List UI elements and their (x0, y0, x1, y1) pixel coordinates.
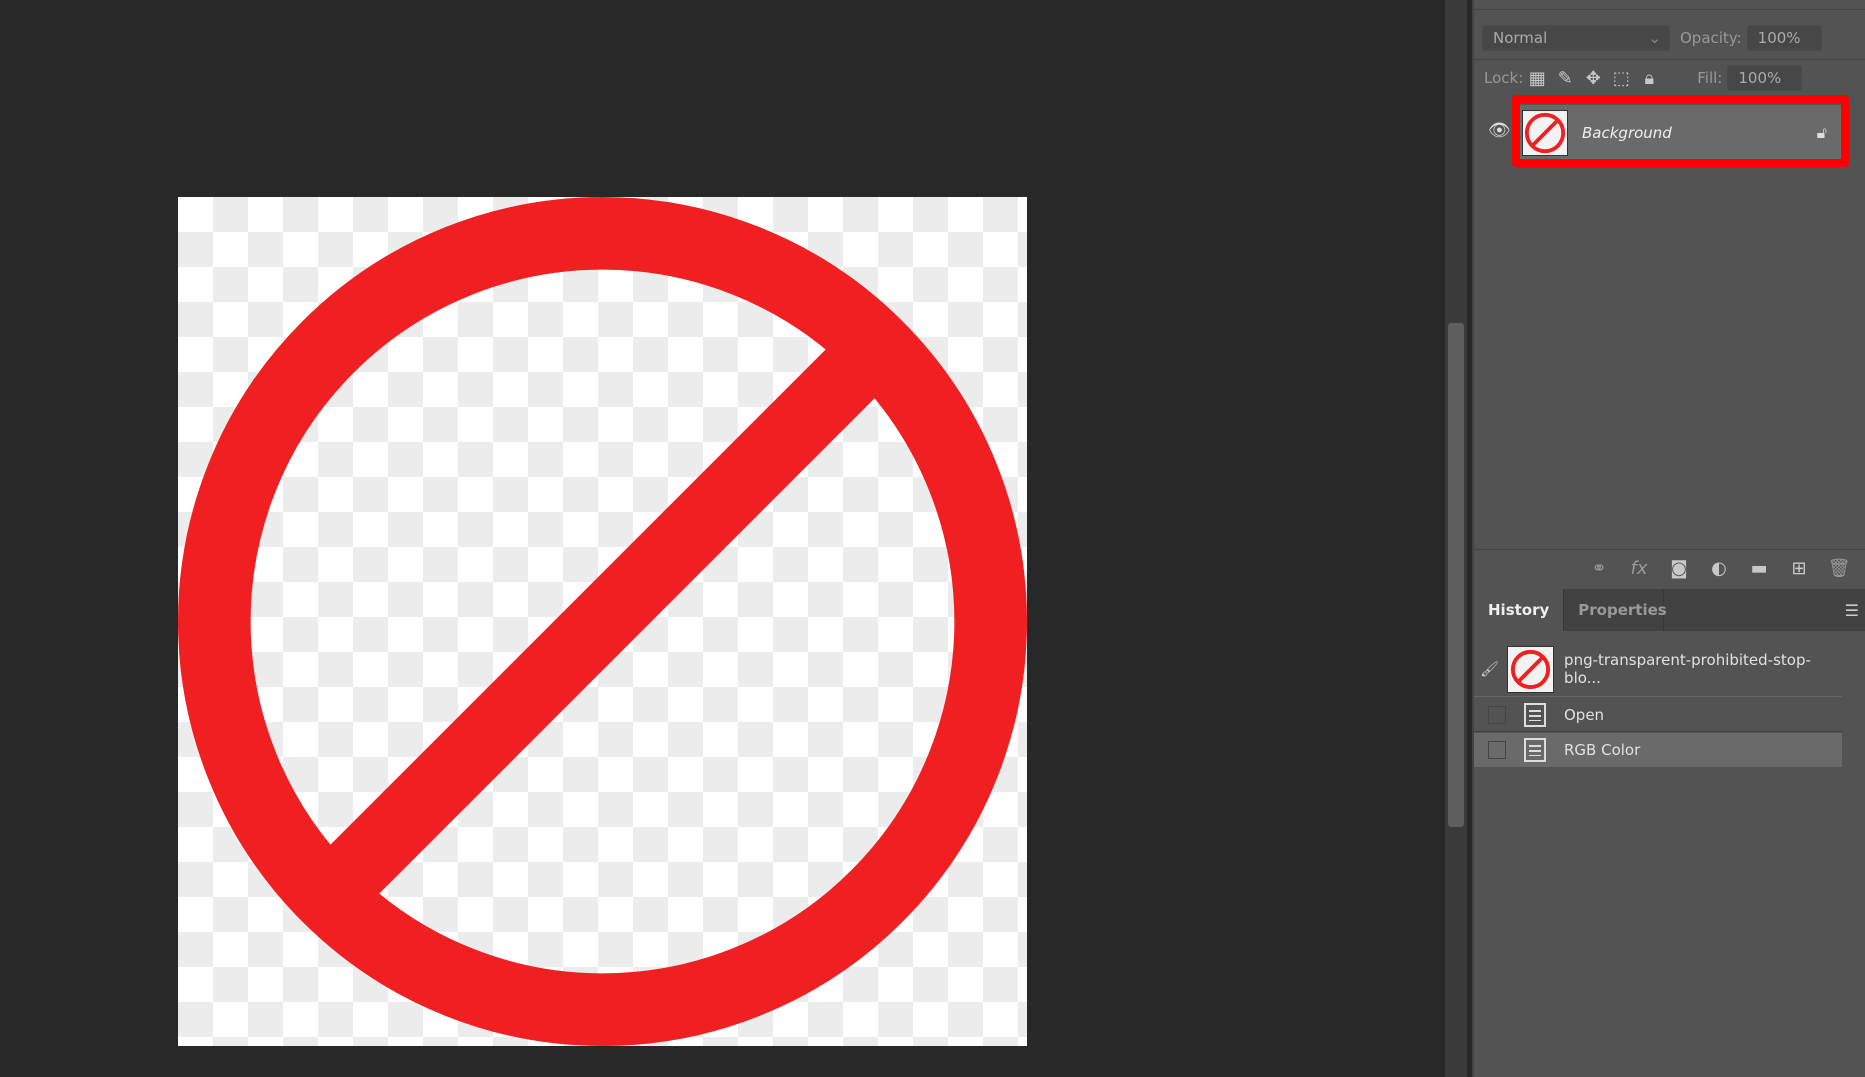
history-state-rgb-color[interactable]: RGB Color (1474, 733, 1842, 767)
folder-icon[interactable]: ▬ (1745, 558, 1773, 579)
blend-mode-value: Normal (1493, 29, 1548, 47)
history-checkbox[interactable] (1488, 741, 1506, 759)
lock-transparency-icon[interactable]: ▦ (1523, 68, 1551, 89)
layer-row-background[interactable]: Background 🔓︎ (1512, 105, 1849, 161)
fx-icon[interactable]: fx (1625, 558, 1653, 579)
lock-label: Lock: (1484, 69, 1524, 87)
snapshot-name: png-transparent-prohibited-stop-blo... (1564, 651, 1811, 687)
chevron-down-icon: ⌄ (1648, 29, 1661, 47)
history-state-open[interactable]: Open (1474, 698, 1842, 732)
panel-menu-icon[interactable]: ☰ (1845, 601, 1859, 620)
fill-input[interactable]: 100% (1727, 65, 1803, 91)
history-snapshot[interactable]: 🖌︎ png-transparent-prohibited-stop-blo..… (1474, 642, 1842, 697)
tab-properties[interactable]: Properties (1564, 589, 1667, 631)
opacity-value: 100% (1757, 29, 1801, 47)
lock-position-icon[interactable]: ✥ (1579, 68, 1607, 89)
layer-thumbnail (1522, 110, 1568, 156)
add-mask-icon[interactable]: ◙ (1665, 558, 1693, 579)
layers-toolbar-top (1474, 0, 1865, 10)
opacity-input[interactable]: 100% (1746, 25, 1822, 51)
layer-name: Background (1582, 124, 1672, 142)
history-checkbox[interactable] (1488, 705, 1506, 724)
link-layers-icon[interactable]: ⚭ (1585, 558, 1613, 579)
scrollbar-thumb[interactable] (1448, 323, 1464, 827)
history-state-label: RGB Color (1564, 741, 1641, 759)
opacity-label: Opacity: (1680, 29, 1742, 47)
lock-artboard-icon[interactable]: ⬚ (1607, 68, 1635, 89)
document-icon (1524, 738, 1546, 762)
adjustment-layer-icon[interactable]: ◐ (1705, 558, 1733, 579)
trash-icon[interactable]: 🗑︎ (1825, 558, 1853, 579)
fill-value: 100% (1738, 69, 1782, 87)
blend-mode-select[interactable]: Normal ⌄ (1482, 25, 1670, 51)
layer-lock-icon[interactable]: 🔓︎ (1817, 123, 1827, 143)
tab-history[interactable]: History (1474, 589, 1565, 631)
lock-paint-icon[interactable]: ✎ (1551, 68, 1579, 89)
document-image[interactable] (178, 197, 1027, 1046)
history-tabs: History Properties ☰ (1474, 589, 1865, 631)
right-panel: Normal ⌄ Opacity: 100% Lock: ▦ ✎ ✥ ⬚ 🔒︎ F… (1472, 0, 1865, 1077)
canvas-area[interactable] (0, 0, 1443, 1077)
vertical-scrollbar[interactable] (1445, 0, 1467, 1077)
document-icon (1524, 702, 1546, 727)
history-brush-icon[interactable]: 🖌︎ (1480, 660, 1499, 678)
history-state-label: Open (1564, 705, 1605, 724)
snapshot-thumbnail (1507, 645, 1555, 693)
prohibited-sign (178, 197, 1027, 1046)
lock-all-icon[interactable]: 🔒︎ (1635, 68, 1663, 89)
eye-visibility-icon[interactable]: 👁︎ (1488, 120, 1511, 141)
new-layer-icon[interactable]: ⊞ (1785, 558, 1813, 579)
fill-label: Fill: (1697, 69, 1723, 87)
